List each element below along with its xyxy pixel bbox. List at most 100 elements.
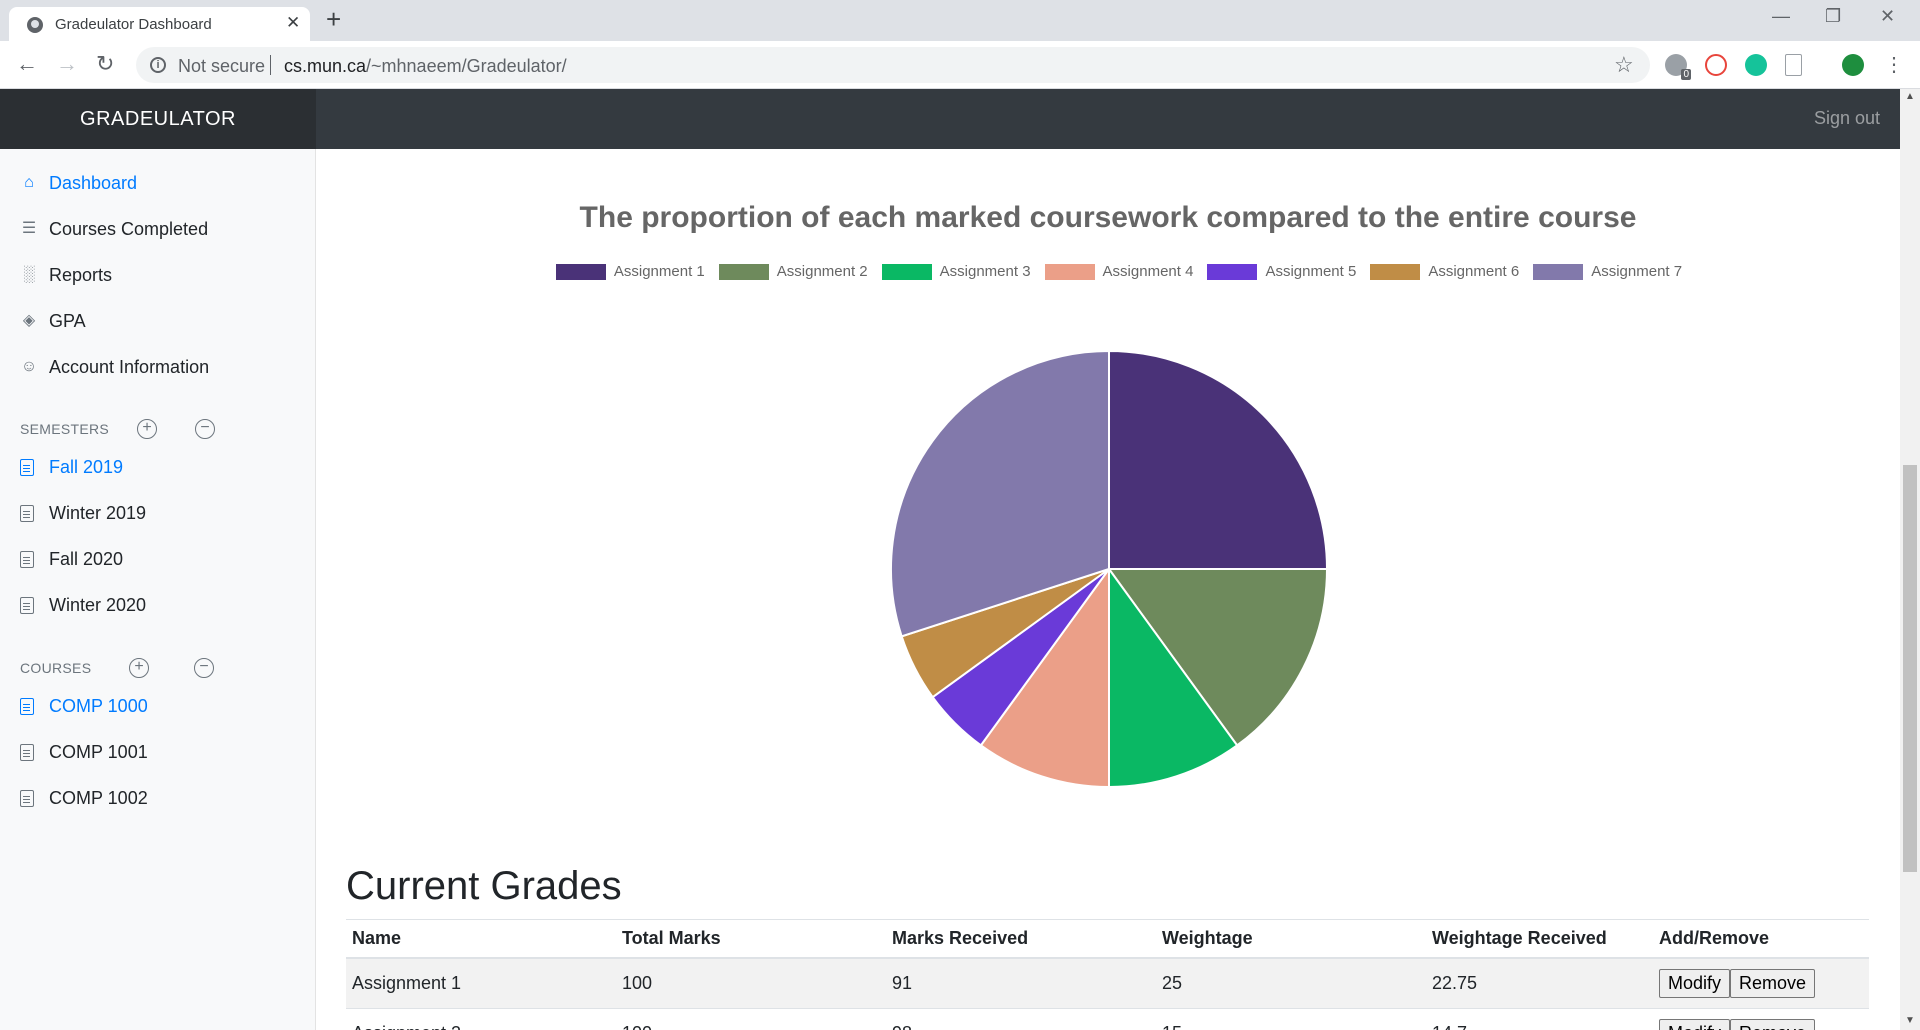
sidebar-item-dashboard[interactable]: ⌂ Dashboard <box>20 169 137 197</box>
modify-button[interactable]: Modify <box>1659 969 1731 998</box>
profile-avatar[interactable] <box>1842 54 1864 76</box>
semesters-heading: SEMESTERS <box>20 421 110 437</box>
remove-button[interactable]: Remove <box>1730 969 1816 998</box>
cell-total-marks: 100 <box>616 957 886 1009</box>
document-extension-icon[interactable] <box>1785 54 1802 76</box>
scroll-down-icon[interactable]: ▼ <box>1905 1015 1915 1026</box>
extension-block-icon[interactable] <box>1705 54 1727 76</box>
remove-semester-icon[interactable]: − <box>195 419 215 439</box>
restore-icon[interactable]: ❐ <box>1825 6 1841 27</box>
divider <box>270 55 271 75</box>
close-window-icon[interactable]: ✕ <box>1880 6 1895 27</box>
column-header-name: Name <box>346 919 616 959</box>
sidebar-item-account-information[interactable]: ☺ Account Information <box>20 353 209 381</box>
remove-course-icon[interactable]: − <box>194 658 214 678</box>
sign-out-link[interactable]: Sign out <box>1814 108 1880 129</box>
bookmark-star-icon[interactable]: ☆ <box>1614 52 1634 78</box>
sidebar-item-label: COMP 1002 <box>49 787 148 808</box>
address-bar[interactable]: i Not secure cs.mun.ca/~mhnaeem/Gradeula… <box>136 47 1650 83</box>
extension-help-icon[interactable]: 0 <box>1665 54 1691 80</box>
forward-icon[interactable]: → <box>56 51 78 77</box>
legend-item[interactable]: Assignment 2 <box>718 263 868 280</box>
sidebar-item-fall-2020[interactable]: Fall 2020 <box>20 545 123 573</box>
sidebar-item-label: COMP 1001 <box>49 741 148 762</box>
cell-name: Assignment 2 <box>346 1008 616 1030</box>
main-content: The proportion of each marked coursework… <box>316 149 1900 1030</box>
browser-menu-icon[interactable]: ⋮ <box>1884 52 1904 77</box>
sidebar-item-label: Fall 2020 <box>49 548 124 569</box>
app-brand[interactable]: GRADEULATOR <box>0 89 316 149</box>
sidebar-item-label: Courses Completed <box>49 218 209 239</box>
sidebar-item-winter-2019[interactable]: Winter 2019 <box>20 499 146 527</box>
sidebar-item-fall-2019[interactable]: Fall 2019 <box>20 453 123 481</box>
minimize-icon[interactable]: — <box>1772 6 1790 27</box>
add-course-icon[interactable]: + <box>129 658 149 678</box>
globe-icon <box>27 17 43 33</box>
browser-tab[interactable]: Gradeulator Dashboard ✕ <box>9 7 310 41</box>
legend-item[interactable]: Assignment 1 <box>555 263 705 280</box>
table-row: Assignment 2 100 98 15 14.7 ModifyRemove <box>346 1008 1869 1030</box>
bar-chart-icon: ░ <box>23 266 35 283</box>
tab-title: Gradeulator Dashboard <box>55 16 212 33</box>
users-icon: ☺ <box>20 358 38 375</box>
legend-swatch <box>1370 263 1421 280</box>
column-header-marks-received: Marks Received <box>886 919 1156 959</box>
sidebar-item-comp-1000[interactable]: COMP 1000 <box>20 692 148 720</box>
sidebar-item-label: Fall 2019 <box>49 456 124 477</box>
sidebar-item-label: Winter 2020 <box>49 594 147 615</box>
close-tab-icon[interactable]: ✕ <box>286 13 300 33</box>
column-header-weightage: Weightage <box>1156 919 1426 959</box>
reload-icon[interactable]: ↻ <box>96 51 114 77</box>
url-text[interactable]: cs.mun.ca/~mhnaeem/Gradeulator/ <box>284 56 567 77</box>
table-header-row: Name Total Marks Marks Received Weightag… <box>346 919 1869 959</box>
cell-total-marks: 100 <box>616 1008 886 1030</box>
cell-name: Assignment 1 <box>346 957 616 1009</box>
extension-badge: 0 <box>1681 69 1691 80</box>
cell-weightage-received: 14.7 <box>1426 1008 1653 1030</box>
sidebar-item-reports[interactable]: ░ Reports <box>20 261 112 289</box>
page-scrollbar[interactable]: ▲ ▼ <box>1900 89 1920 1030</box>
chart-legend: Assignment 1 Assignment 2 Assignment 3 Assi… <box>544 263 1694 280</box>
table-row: Assignment 1 100 91 25 22.75 Modify Remov… <box>346 957 1869 1009</box>
new-tab-button[interactable]: + <box>326 6 341 32</box>
pie-chart <box>890 349 1329 789</box>
legend-label: Assignment 3 <box>939 263 1031 280</box>
browser-tab-bar: Gradeulator Dashboard ✕ + — ❐ ✕ <box>0 0 1920 41</box>
cell-weightage: 25 <box>1156 957 1426 1009</box>
remove-button[interactable]: Remove <box>1730 1019 1816 1030</box>
scroll-up-icon[interactable]: ▲ <box>1905 91 1915 102</box>
info-icon[interactable]: i <box>150 57 166 73</box>
sidebar-item-label: Winter 2019 <box>49 502 147 523</box>
legend-item[interactable]: Assignment 6 <box>1370 263 1519 280</box>
legend-item[interactable]: Assignment 3 <box>881 263 1031 280</box>
legend-swatch <box>718 263 769 280</box>
list-icon: ☰ <box>21 220 37 237</box>
sidebar-item-comp-1001[interactable]: COMP 1001 <box>20 738 148 766</box>
legend-label: Assignment 5 <box>1265 263 1357 280</box>
legend-item[interactable]: Assignment 5 <box>1207 263 1356 280</box>
add-semester-icon[interactable]: + <box>137 419 157 439</box>
sidebar-item-courses-completed[interactable]: ☰ Courses Completed <box>20 215 208 243</box>
back-icon[interactable]: ← <box>16 51 38 77</box>
sidebar-item-winter-2020[interactable]: Winter 2020 <box>20 591 146 619</box>
column-header-total-marks: Total Marks <box>616 919 886 959</box>
file-icon <box>20 789 34 807</box>
grades-table: Name Total Marks Marks Received Weightag… <box>346 919 1869 1030</box>
file-icon <box>20 458 34 476</box>
legend-swatch <box>1044 263 1095 280</box>
modify-button[interactable]: Modify <box>1659 1019 1731 1030</box>
chart-title: The proportion of each marked coursework… <box>579 201 1637 234</box>
scrollbar-thumb[interactable] <box>1903 465 1917 872</box>
file-icon <box>20 697 34 715</box>
legend-swatch <box>1207 263 1258 280</box>
sidebar: ⌂ Dashboard ☰ Courses Completed ░ Report… <box>0 149 316 1030</box>
pie-slice-assignment-1[interactable] <box>1108 349 1329 570</box>
sidebar-item-gpa[interactable]: ◈ GPA <box>20 307 86 335</box>
cell-weightage-received: 22.75 <box>1426 957 1653 1009</box>
cell-weightage: 15 <box>1156 1008 1426 1030</box>
legend-item[interactable]: Assignment 7 <box>1533 263 1682 280</box>
grammarly-icon[interactable] <box>1745 54 1767 76</box>
legend-swatch <box>881 263 932 280</box>
legend-item[interactable]: Assignment 4 <box>1044 263 1193 280</box>
sidebar-item-comp-1002[interactable]: COMP 1002 <box>20 784 148 812</box>
